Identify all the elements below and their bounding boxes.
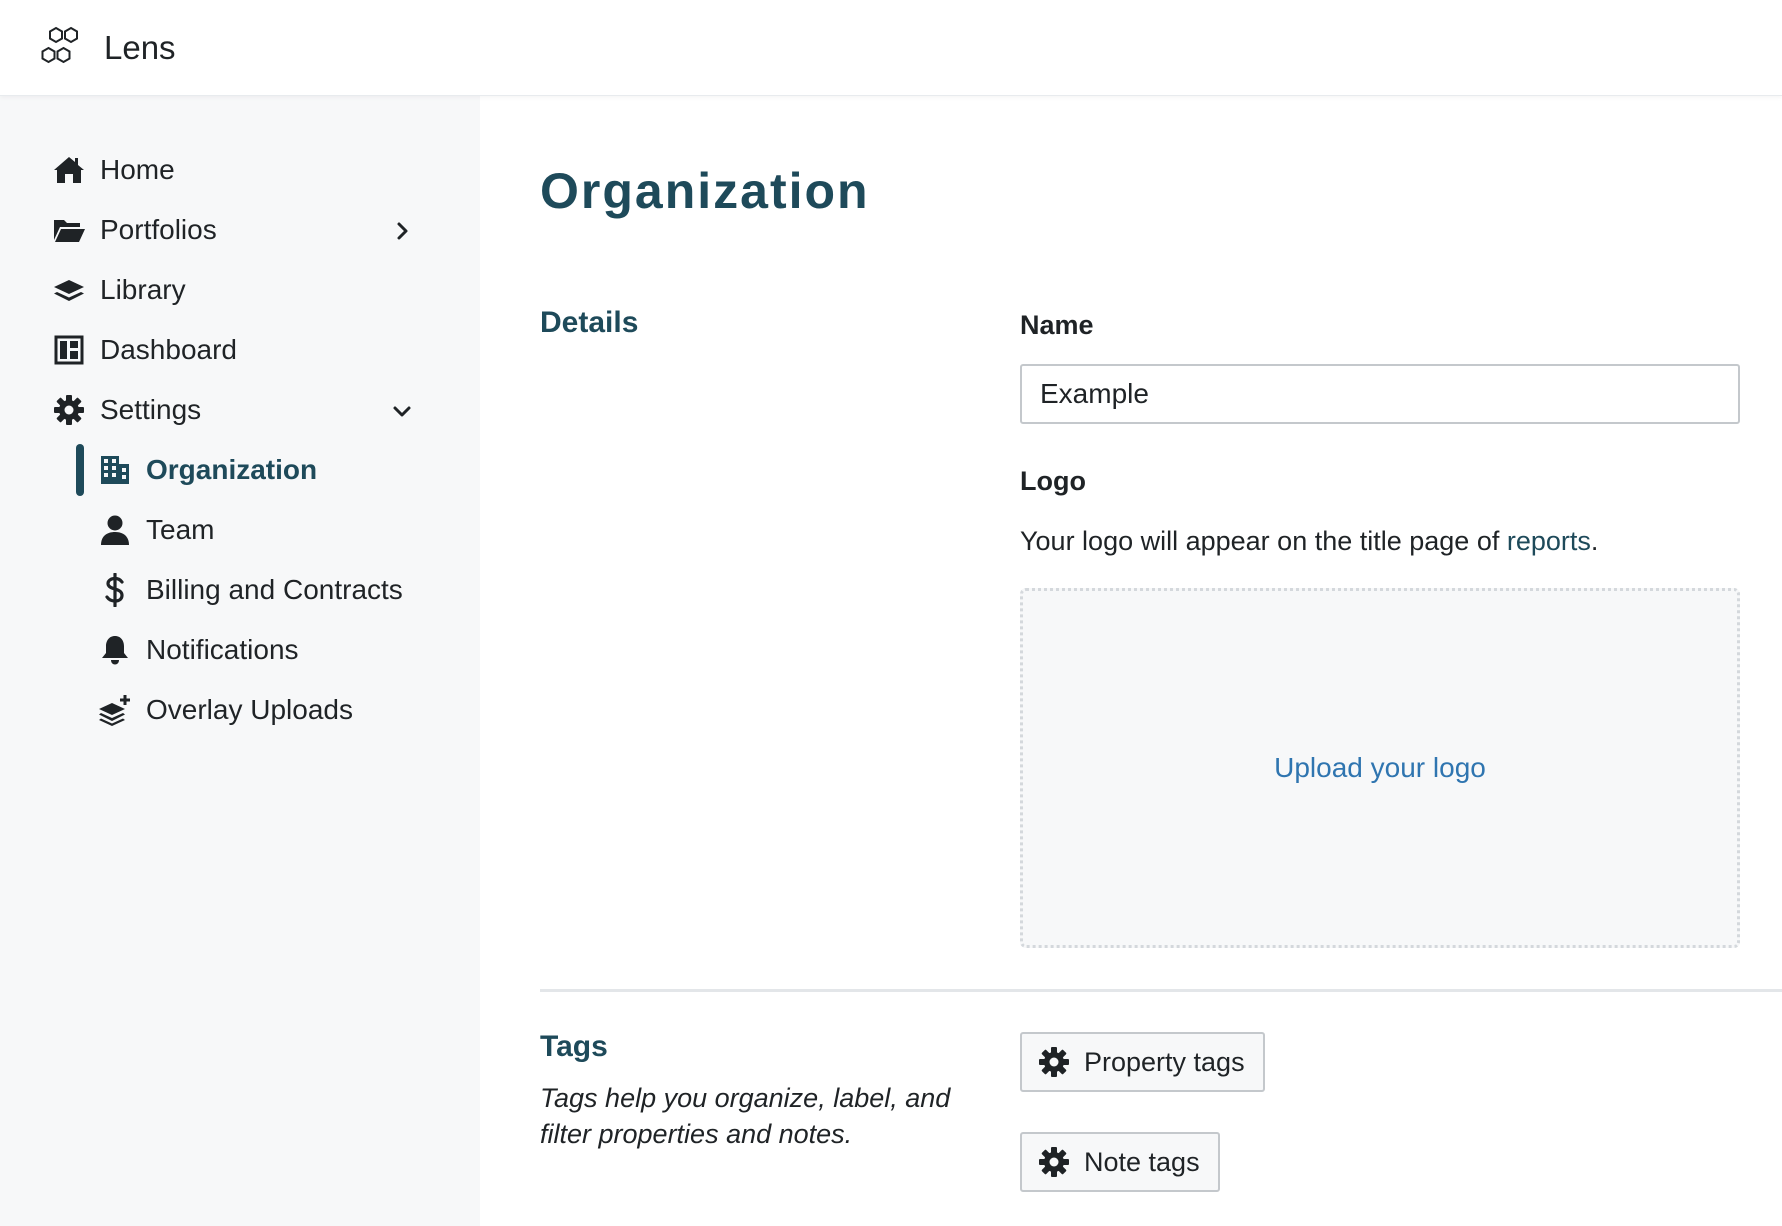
sidebar-item-label: Notifications: [146, 634, 299, 665]
logo-upload-dropzone[interactable]: Upload your logo: [1020, 588, 1740, 948]
dollar-icon: [98, 573, 132, 607]
note-tags-label: Note tags: [1084, 1146, 1200, 1177]
gear-icon: [1038, 1146, 1070, 1178]
sidebar-item-library[interactable]: Library: [0, 260, 480, 320]
chevron-right-icon[interactable]: [390, 218, 414, 242]
home-icon: [52, 153, 86, 187]
logo-label: Logo: [1020, 466, 1086, 496]
sidebar-item-label: Overlay Uploads: [146, 694, 353, 725]
page-title: Organization: [540, 163, 870, 219]
sidebar-item-label: Settings: [100, 394, 202, 425]
sidebar-item-label: Home: [100, 154, 175, 185]
reports-link[interactable]: reports: [1507, 526, 1591, 556]
sidebar-item-label: Library: [100, 274, 186, 305]
property-tags-label: Property tags: [1084, 1046, 1245, 1077]
gear-icon: [52, 393, 86, 427]
sidebar-item-label: Billing and Contracts: [146, 574, 403, 605]
logo-help-prefix: Your logo will appear on the title page …: [1020, 526, 1507, 556]
layers-icon: [52, 273, 86, 307]
sidebar-item-team[interactable]: Team: [0, 500, 480, 560]
sidebar-item-label: Team: [146, 514, 215, 545]
main-content: Organization Details Name Logo Your logo…: [480, 96, 1782, 1226]
name-label: Name: [1020, 310, 1094, 340]
tags-description: Tags help you organize, label, and filte…: [540, 1083, 951, 1149]
gear-icon: [1038, 1046, 1070, 1078]
sidebar-item-home[interactable]: Home: [0, 140, 480, 200]
sidebar: Home Portfolios Library Dashboard Settin…: [0, 96, 480, 1226]
details-heading: Details: [540, 306, 639, 339]
sidebar-item-label: Dashboard: [100, 334, 237, 365]
folder-icon: [52, 213, 86, 247]
sidebar-item-organization[interactable]: Organization: [0, 440, 480, 500]
logo-help-text: Your logo will appear on the title page …: [1020, 526, 1598, 557]
sidebar-item-overlay-uploads[interactable]: Overlay Uploads: [0, 680, 480, 740]
hexagons-logo-icon[interactable]: [38, 25, 90, 71]
section-divider: [540, 989, 1782, 992]
building-icon: [98, 453, 132, 487]
name-input[interactable]: [1020, 364, 1740, 424]
sidebar-item-notifications[interactable]: Notifications: [0, 620, 480, 680]
chevron-down-icon[interactable]: [390, 398, 414, 422]
bell-icon: [98, 633, 132, 667]
sidebar-item-label: Portfolios: [100, 214, 217, 245]
upload-logo-link[interactable]: Upload your logo: [1274, 752, 1486, 784]
sidebar-item-billing-and-contracts[interactable]: Billing and Contracts: [0, 560, 480, 620]
sidebar-item-label: Organization: [146, 454, 318, 485]
sidebar-item-portfolios[interactable]: Portfolios: [0, 200, 480, 260]
property-tags-button[interactable]: Property tags: [1020, 1032, 1265, 1092]
logo-help-suffix: .: [1590, 526, 1599, 556]
sidebar-item-dashboard[interactable]: Dashboard: [0, 320, 480, 380]
tags-heading: Tags: [540, 1030, 608, 1063]
sidebar-item-settings[interactable]: Settings: [0, 380, 480, 440]
user-icon: [98, 513, 132, 547]
layers-plus-icon: [98, 693, 132, 727]
dashboard-icon: [52, 333, 86, 367]
brand-name[interactable]: Lens: [104, 29, 176, 67]
note-tags-button[interactable]: Note tags: [1020, 1132, 1220, 1192]
top-bar: Lens: [0, 0, 1782, 96]
